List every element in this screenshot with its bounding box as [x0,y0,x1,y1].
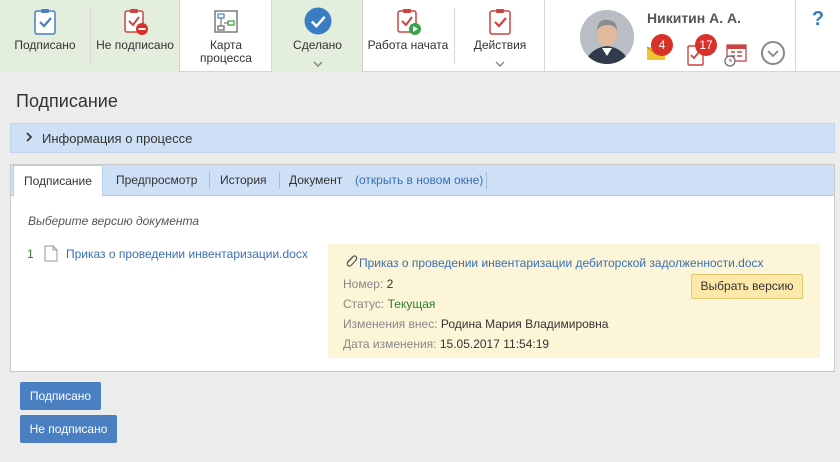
detail-changed-by-value: Родина Мария Владимировна [440,317,609,331]
help-group: ? [795,0,840,72]
not-signed-submit-button[interactable]: Не подписано [20,415,117,443]
work-started-button[interactable]: Работа начата [363,0,453,72]
chevron-down-icon [495,61,505,67]
tab-preview[interactable]: Предпросмотр [106,165,207,196]
help-button[interactable]: ? [796,8,840,31]
process-info-label: Информация о процессе [42,131,193,146]
detail-status-row: Статус: Текущая [343,297,435,311]
detail-number-row: Номер: 2 [343,277,393,291]
tab-history[interactable]: История [210,165,277,196]
actions-label: Действия [473,38,527,52]
tab-signing[interactable]: Подписание [13,165,103,197]
user-photo [580,10,634,64]
detail-changed-by-label: Изменения внес: [343,317,438,331]
open-new-window-link[interactable]: (открыть в новом окне) [355,165,483,196]
signed-label: Подписано [14,38,76,52]
clipboard-play-icon [397,9,421,35]
clipboard-check-icon [34,9,56,35]
messages-count-badge: 4 [651,34,673,56]
signed-button[interactable]: Подписано [0,0,90,72]
tab-document[interactable]: Документ [279,165,352,196]
detail-changed-date-value: 15.05.2017 11:54:19 [439,337,550,351]
page-title: Подписание [16,91,118,111]
process-map-button[interactable]: Карта процесса [180,0,272,72]
file-icon [44,245,58,262]
detail-status-value: Текущая [387,297,436,311]
document-panel: Подписание Предпросмотр История Документ… [10,164,835,372]
detail-changed-date-row: Дата изменения: 15.05.2017 11:54:19 [343,337,549,351]
calendar-clock-icon[interactable] [723,43,749,67]
tasks-count-badge: 17 [695,34,717,56]
clipboard-check-icon [489,9,511,35]
actions-button[interactable]: Действия [455,0,545,72]
signing-group: Подписано Не подписано [0,0,180,72]
work-group: Работа начата Действия [363,0,545,72]
expand-user-menu-button[interactable] [761,41,785,65]
choose-version-hint: Выберите версию документа [28,214,199,228]
version-details: Приказ о проведении инвентаризации дебит… [328,244,820,358]
detail-document-link[interactable]: Приказ о проведении инвентаризации дебит… [359,256,764,270]
detail-status-label: Статус: [343,297,385,311]
chevron-right-icon [25,131,33,145]
process-map-label: Карта процесса [180,39,272,65]
done-label: Сделано [293,38,342,52]
chevron-down-icon [312,61,323,67]
not-signed-button[interactable]: Не подписано [90,0,180,72]
avatar[interactable] [580,10,634,64]
done-button[interactable]: Сделано [272,0,363,72]
choose-version-button[interactable]: Выбрать версию [691,274,803,299]
tab-divider [486,172,487,189]
not-signed-label: Не подписано [96,38,174,52]
work-started-label: Работа начата [367,38,449,52]
done-group: Сделано [272,0,363,72]
toolbar: Подписано Не подписано Карта процесса Сд… [0,0,840,72]
detail-changed-date-label: Дата изменения: [343,337,437,351]
flowchart-icon [214,10,238,33]
tab-bar: Подписание Предпросмотр История Документ… [11,165,834,197]
detail-number-value: 2 [386,277,394,291]
paperclip-icon [346,255,358,267]
process-map-group: Карта процесса [180,0,272,72]
detail-number-label: Номер: [343,277,384,291]
detail-changed-by-row: Изменения внес: Родина Мария Владимировн… [343,317,608,331]
chevron-down-circle-icon [767,50,779,58]
user-name[interactable]: Никитин А. А. [647,10,741,26]
process-info-toggle[interactable]: Информация о процессе [10,123,835,153]
signed-submit-button[interactable]: Подписано [20,382,101,410]
version-link[interactable]: Приказ о проведении инвентаризации.docx [66,247,308,261]
check-circle-icon [304,7,331,35]
version-number: 1 [27,247,34,261]
process-map-label-line2: процесса [200,51,252,65]
clipboard-minus-icon [124,9,148,35]
